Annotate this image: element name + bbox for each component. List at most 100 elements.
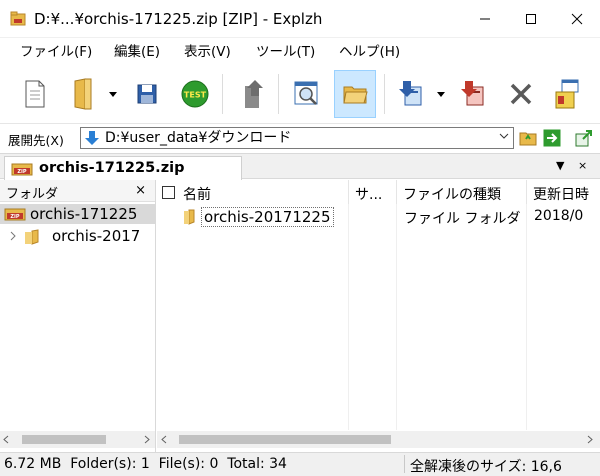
toolbar: TEST <box>0 66 600 124</box>
test-icon: TEST <box>181 80 209 108</box>
up-folder-icon <box>245 80 263 108</box>
tree-item-subfolder[interactable]: orchis-2017 <box>0 226 155 246</box>
column-type[interactable]: ファイルの種類 <box>397 180 527 204</box>
column-date[interactable]: 更新日時 <box>527 180 600 204</box>
save-icon <box>137 84 157 104</box>
tab-label: orchis-171225.zip <box>39 160 185 176</box>
select-all-checkbox[interactable] <box>162 186 175 199</box>
column-size[interactable]: サ... <box>349 180 397 204</box>
go-arrow-icon <box>543 129 561 147</box>
status-bar: 6.72 MB Folder(s): 1 File(s): 0 Total: 3… <box>0 452 600 476</box>
menu-file[interactable]: ファイル(F) <box>20 44 92 60</box>
tab-archive[interactable]: ZIP orchis-171225.zip <box>4 156 242 180</box>
save-button[interactable] <box>126 70 168 118</box>
open-folder-icon <box>74 78 92 110</box>
minimize-button[interactable] <box>462 0 508 38</box>
folder-pane-hscrollbar[interactable] <box>0 431 155 448</box>
folder-pane: フォルダ × ZIP orchis-171225 orchis-2017 <box>0 180 156 452</box>
install-icon <box>555 79 579 109</box>
app-icon <box>10 11 26 26</box>
folder-view-icon <box>343 86 368 104</box>
extract-destination-path: D:¥user_data¥ダウンロード <box>105 130 292 146</box>
zip-icon: ZIP <box>11 163 33 176</box>
status-summary: 6.72 MB Folder(s): 1 File(s): 0 Total: 3… <box>4 456 287 472</box>
menu-view[interactable]: 表示(V) <box>184 44 231 60</box>
scroll-right-icon[interactable] <box>587 435 593 444</box>
column-date-label: 更新日時 <box>533 187 589 203</box>
scroll-right-icon[interactable] <box>144 435 150 444</box>
file-list-hscrollbar[interactable] <box>157 431 600 448</box>
tree-item-label: orchis-2017 <box>52 227 141 245</box>
tab-bar: ZIP orchis-171225.zip ▼ × <box>0 153 600 180</box>
arrow-down-icon <box>85 131 99 145</box>
install-button[interactable] <box>546 70 588 118</box>
browse-folder-icon <box>519 132 537 146</box>
file-row[interactable]: orchis-20171225 ファイル フォルダ 2018/0 <box>157 206 600 228</box>
file-type: ファイル フォルダ <box>404 211 521 227</box>
close-icon <box>571 13 583 25</box>
maximize-icon <box>526 14 536 24</box>
column-name[interactable]: 名前 <box>157 180 349 204</box>
browse-folder-button[interactable] <box>518 128 538 148</box>
chevron-right-icon[interactable] <box>10 231 16 241</box>
status-divider <box>404 455 405 473</box>
new-archive-icon <box>25 80 45 108</box>
open-button[interactable] <box>62 70 104 118</box>
toolbar-separator <box>384 74 385 114</box>
tree-item-root[interactable]: ZIP orchis-171225 <box>0 204 155 224</box>
toolbar-separator <box>222 74 223 114</box>
menu-help[interactable]: ヘルプ(H) <box>339 44 400 60</box>
extract-go-icon <box>575 130 592 147</box>
tree-item-label: orchis-171225 <box>30 205 138 223</box>
close-button[interactable] <box>554 0 600 38</box>
column-divider <box>396 204 397 430</box>
menu-tools[interactable]: ツール(T) <box>256 44 315 60</box>
go-button[interactable] <box>542 128 562 148</box>
file-date: 2018/0 <box>534 208 584 224</box>
new-archive-button[interactable] <box>14 70 56 118</box>
menu-edit[interactable]: 編集(E) <box>114 44 160 60</box>
extract-button[interactable] <box>390 70 432 118</box>
file-name: orchis-20171225 <box>201 207 334 227</box>
folder-icon <box>184 209 195 225</box>
file-list-pane: 名前 サ... ファイルの種類 更新日時 orchis-20171225 ファイ… <box>157 180 600 452</box>
chevron-down-icon[interactable] <box>499 133 509 139</box>
maximize-button[interactable] <box>508 0 554 38</box>
status-extracted-size: 全解凍後のサイズ: 16,6 <box>410 459 562 475</box>
title-bar: D:¥...¥orchis-171225.zip [ZIP] - Explzh <box>0 0 600 38</box>
folder-pane-title: フォルダ <box>6 187 59 202</box>
add-files-icon <box>461 81 484 106</box>
scroll-left-icon[interactable] <box>161 435 167 444</box>
column-name-label: 名前 <box>183 187 211 203</box>
column-divider <box>348 204 349 430</box>
tab-close-button[interactable]: × <box>578 159 587 172</box>
view-icon <box>294 81 318 105</box>
zip-icon: ZIP <box>4 208 26 221</box>
test-icon-label: TEST <box>184 91 207 100</box>
scrollbar-thumb[interactable] <box>179 435 391 444</box>
column-size-label: サ... <box>355 187 383 203</box>
extract-go-button[interactable] <box>574 128 594 148</box>
svg-text:ZIP: ZIP <box>17 169 26 175</box>
delete-icon <box>510 83 532 105</box>
view-button[interactable] <box>286 70 328 118</box>
column-type-label: ファイルの種類 <box>403 187 501 203</box>
folder-pane-close-button[interactable]: × <box>135 183 146 198</box>
delete-button[interactable] <box>500 70 542 118</box>
folder-view-button[interactable] <box>334 70 376 118</box>
extract-icon <box>399 81 422 106</box>
svg-text:ZIP: ZIP <box>10 214 19 220</box>
up-button[interactable] <box>232 70 274 118</box>
extract-dropdown[interactable] <box>434 70 448 118</box>
minimize-icon <box>480 18 490 20</box>
column-divider <box>526 204 527 430</box>
toolbar-separator <box>278 74 279 114</box>
extract-destination-field[interactable]: D:¥user_data¥ダウンロード <box>80 127 514 149</box>
scrollbar-thumb[interactable] <box>22 435 106 444</box>
folder-pane-header: フォルダ × <box>0 180 155 202</box>
add-files-button[interactable] <box>452 70 494 118</box>
test-button[interactable]: TEST <box>174 70 216 118</box>
tab-list-button[interactable]: ▼ <box>556 159 564 172</box>
scroll-left-icon[interactable] <box>3 435 9 444</box>
open-dropdown[interactable] <box>106 70 120 118</box>
